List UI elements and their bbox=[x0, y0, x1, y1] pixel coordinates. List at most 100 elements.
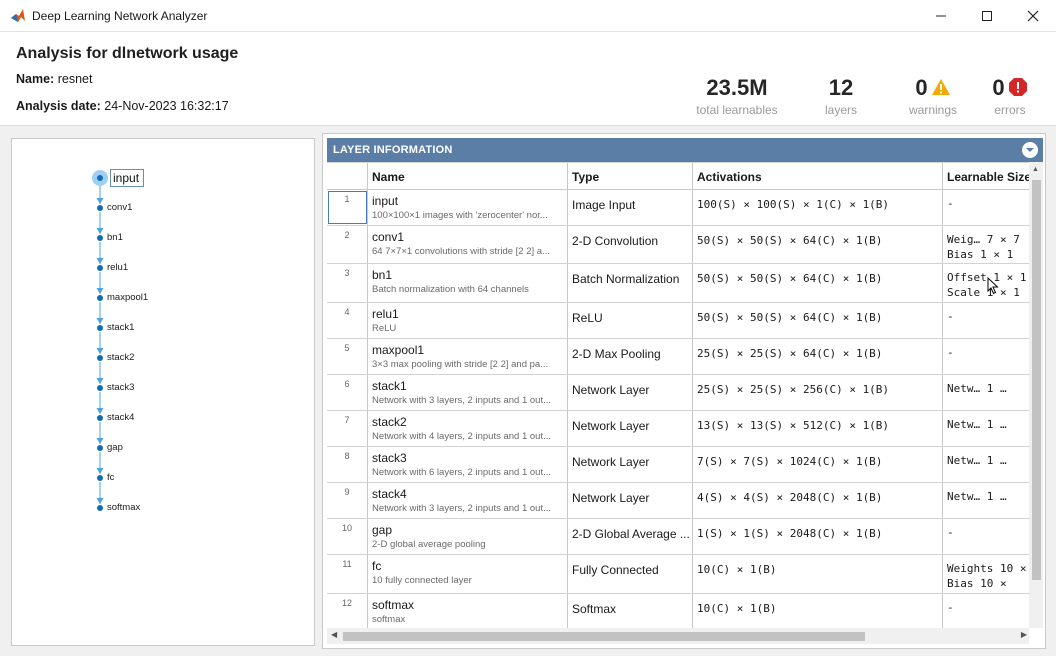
layer-learnables: Netw… 1 … bbox=[943, 447, 1029, 482]
graph-edge-arrow bbox=[96, 258, 104, 264]
learnable-size: Weights 10 × bbox=[947, 562, 1027, 575]
layer-description: Network with 6 layers, 2 inputs and 1 ou… bbox=[372, 467, 552, 478]
column-header-type[interactable]: Type bbox=[568, 163, 693, 190]
column-header-learnable-sizes[interactable]: Learnable Sizes bbox=[943, 163, 1029, 190]
table-row[interactable]: 4 relu1 ReLU ReLU 50(S) × 50(S) × 64(C) × 1(… bbox=[327, 303, 1029, 339]
table-row[interactable]: 11 fc 10 fully connected layer Fully Connec… bbox=[327, 555, 1029, 594]
graph-node-label[interactable]: stack3 bbox=[107, 382, 134, 393]
layer-name: stack3 bbox=[372, 451, 407, 465]
learnable-size: Weig… 7 × 7 bbox=[947, 233, 1020, 246]
graph-node-label[interactable]: conv1 bbox=[107, 202, 132, 213]
stat-warnings[interactable]: 0 warnings bbox=[902, 75, 964, 117]
layer-learnables: - bbox=[943, 190, 1029, 225]
graph-node-label[interactable]: stack2 bbox=[107, 352, 134, 363]
graph-node-label[interactable]: gap bbox=[107, 442, 123, 453]
table-row[interactable]: 7 stack2 Network with 4 layers, 2 inputs a… bbox=[327, 411, 1029, 447]
analysis-date: Analysis date: 24-Nov-2023 16:32:17 bbox=[16, 99, 229, 113]
layer-type: 2-D Global Average ... bbox=[568, 519, 693, 554]
graph-node-stack2[interactable] bbox=[97, 355, 103, 361]
table-row[interactable]: 8 stack3 Network with 6 layers, 2 inputs a… bbox=[327, 447, 1029, 483]
scroll-left-icon[interactable]: ◀ bbox=[331, 630, 337, 639]
date-label: Analysis date: bbox=[16, 99, 101, 113]
layer-name: stack2 bbox=[372, 415, 407, 429]
layer-description: 100×100×1 images with 'zerocenter' nor..… bbox=[372, 210, 548, 221]
scroll-up-icon[interactable]: ▲ bbox=[1032, 166, 1039, 173]
table-row[interactable]: 6 stack1 Network with 3 layers, 2 inputs a… bbox=[327, 375, 1029, 411]
graph-node-label[interactable]: stack1 bbox=[107, 322, 134, 333]
maximize-icon bbox=[982, 11, 992, 21]
layer-table[interactable]: Name Type Activations Learnable Sizes 1i… bbox=[327, 162, 1029, 628]
date-value: 24-Nov-2023 16:32:17 bbox=[104, 99, 229, 113]
learnable-size: Netw… 1 … bbox=[947, 382, 1007, 395]
layer-name: gap bbox=[372, 523, 393, 537]
graph-node-label[interactable]: relu1 bbox=[107, 262, 128, 273]
selected-node-label[interactable]: input bbox=[110, 169, 144, 187]
stat-errors[interactable]: 0 errors bbox=[984, 75, 1036, 117]
graph-node-label[interactable]: softmax bbox=[107, 502, 140, 513]
graph-node-softmax[interactable] bbox=[97, 505, 103, 511]
network-graph[interactable] bbox=[12, 139, 316, 647]
graph-node-relu1[interactable] bbox=[97, 265, 103, 271]
stat-label: errors bbox=[994, 103, 1026, 117]
stat-value: 0 bbox=[992, 75, 1005, 100]
column-header-name[interactable]: Name bbox=[368, 163, 568, 190]
table-row[interactable]: 9 stack4 Network with 3 layers, 2 inputs a… bbox=[327, 483, 1029, 519]
table-row[interactable]: 1 input 100×100×1 images with 'zerocenter'… bbox=[327, 190, 1029, 226]
graph-node-stack4[interactable] bbox=[97, 415, 103, 421]
layer-type: Image Input bbox=[568, 190, 693, 225]
layer-activations: 50(S) × 50(S) × 64(C) × 1(B) bbox=[693, 264, 943, 302]
collapse-button[interactable] bbox=[1022, 142, 1038, 158]
name-label: Name: bbox=[16, 72, 55, 86]
column-header-activations[interactable]: Activations bbox=[693, 163, 943, 190]
minimize-icon bbox=[936, 15, 946, 17]
minimize-button[interactable] bbox=[918, 0, 964, 32]
network-graph-panel[interactable]: input conv1 bn1 relu1 maxpool1 stack1 stack2 s… bbox=[11, 138, 315, 646]
window-title: Deep Learning Network Analyzer bbox=[32, 9, 208, 23]
graph-node-stack3[interactable] bbox=[97, 385, 103, 391]
graph-node-label[interactable]: bn1 bbox=[107, 232, 123, 243]
maximize-button[interactable] bbox=[964, 0, 1010, 32]
layer-activations: 100(S) × 100(S) × 1(C) × 1(B) bbox=[693, 190, 943, 225]
graph-edge-arrow bbox=[96, 378, 104, 384]
layer-name-cell: bn1 Batch normalization with 64 channels bbox=[368, 264, 568, 302]
graph-node-label[interactable]: maxpool1 bbox=[107, 292, 148, 303]
vertical-scrollbar[interactable]: ▲ bbox=[1029, 162, 1043, 628]
graph-node-label[interactable]: fc bbox=[107, 472, 114, 483]
layer-type: Fully Connected bbox=[568, 555, 693, 593]
learnable-size: - bbox=[947, 601, 954, 614]
layer-type: Network Layer bbox=[568, 447, 693, 482]
table-row[interactable]: 5 maxpool1 3×3 max pooling with stride [2 … bbox=[327, 339, 1029, 375]
graph-node-maxpool1[interactable] bbox=[97, 295, 103, 301]
horizontal-scrollbar[interactable]: ◀ ▶ bbox=[327, 628, 1029, 644]
layer-type: Network Layer bbox=[568, 483, 693, 518]
table-row[interactable]: 2 conv1 64 7×7×1 convolutions with stride … bbox=[327, 226, 1029, 264]
name-value: resnet bbox=[57, 72, 93, 86]
graph-node-gap[interactable] bbox=[97, 445, 103, 451]
row-index: 10 bbox=[327, 519, 368, 554]
scrollbar-thumb[interactable] bbox=[343, 632, 865, 641]
graph-node-stack1[interactable] bbox=[97, 325, 103, 331]
graph-node-conv1[interactable] bbox=[97, 205, 103, 211]
close-button[interactable] bbox=[1010, 0, 1056, 32]
layer-learnables: Netw… 1 … bbox=[943, 411, 1029, 446]
column-header-index[interactable] bbox=[327, 163, 368, 190]
graph-node-label[interactable]: stack4 bbox=[107, 412, 134, 423]
analysis-title: Analysis for dlnetwork usage bbox=[16, 45, 239, 62]
graph-node-input[interactable] bbox=[97, 175, 103, 181]
layer-name-cell: stack2 Network with 4 layers, 2 inputs an… bbox=[368, 411, 568, 446]
scroll-right-icon[interactable]: ▶ bbox=[1021, 630, 1027, 639]
graph-edge-arrow bbox=[96, 288, 104, 294]
row-index: 5 bbox=[327, 339, 368, 374]
table-row[interactable]: 3 bn1 Batch normalization with 64 channels… bbox=[327, 264, 1029, 303]
table-row[interactable]: 12 softmax softmax Softmax 10(C) × 1(B) - bbox=[327, 594, 1029, 628]
layer-name-cell: maxpool1 3×3 max pooling with stride [2 2… bbox=[368, 339, 568, 374]
layer-type: ReLU bbox=[568, 303, 693, 338]
graph-node-bn1[interactable] bbox=[97, 235, 103, 241]
graph-node-fc[interactable] bbox=[97, 475, 103, 481]
layer-information-panel: LAYER INFORMATION Name Type Activations … bbox=[322, 133, 1046, 649]
layer-activations: 25(S) × 25(S) × 64(C) × 1(B) bbox=[693, 339, 943, 374]
scrollbar-thumb[interactable] bbox=[1032, 180, 1041, 580]
graph-edge-arrow bbox=[96, 468, 104, 474]
table-row[interactable]: 10 gap 2-D global average pooling 2-D Globa… bbox=[327, 519, 1029, 555]
section-header: LAYER INFORMATION bbox=[327, 138, 1043, 162]
